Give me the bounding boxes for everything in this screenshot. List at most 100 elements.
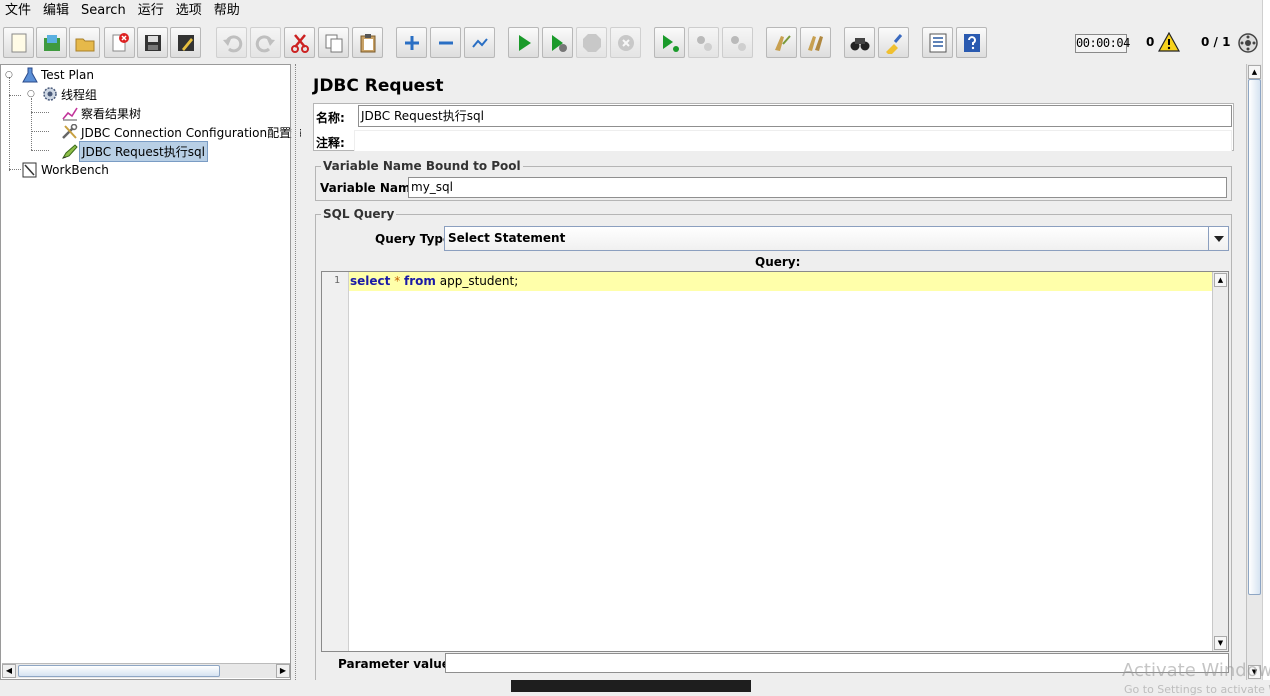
group-title: Variable Name Bound to Pool: [321, 159, 523, 173]
remote-start-button[interactable]: [654, 27, 685, 58]
query-type-value: Select Statement: [448, 231, 566, 245]
scroll-up-arrow-icon[interactable]: ▲: [1214, 273, 1227, 287]
scroll-left-arrow-icon[interactable]: ◀: [2, 664, 16, 678]
variable-name-input[interactable]: my_sql: [408, 177, 1227, 198]
tree-item-test-plan[interactable]: Test Plan: [21, 66, 96, 84]
name-comment-box: 名称: JDBC Request执行sql 注释:: [313, 103, 1234, 152]
editor-vertical-scrollbar[interactable]: ▲ ▼: [1212, 272, 1228, 651]
undo-icon: [222, 34, 242, 52]
remote-start-icon: [662, 34, 679, 52]
menu-file[interactable]: 文件: [0, 0, 37, 22]
code-keyword: from: [404, 274, 436, 288]
tree-item-workbench[interactable]: WorkBench: [21, 161, 111, 179]
tree-toggle-thread-group[interactable]: ○: [27, 89, 35, 99]
reset-search-button[interactable]: [878, 27, 909, 58]
stop-button[interactable]: [576, 27, 607, 58]
toggle-button[interactable]: [464, 27, 495, 58]
scroll-up-arrow-icon[interactable]: ▲: [1248, 65, 1261, 79]
tree-toggle-test-plan[interactable]: ○: [5, 70, 13, 80]
comment-input[interactable]: [354, 130, 1232, 152]
jdbc-request-panel: JDBC Request 名称: JDBC Request执行sql 注释: V…: [301, 64, 1245, 684]
comment-label: 注释:: [316, 136, 345, 150]
tree-label: JDBC Request执行sql: [79, 140, 208, 162]
save-as-icon: [177, 34, 194, 51]
expand-icon: [404, 35, 419, 50]
help-icon: [963, 33, 980, 52]
remote-shutdown-button[interactable]: [722, 27, 753, 58]
split-pane-divider[interactable]: [292, 64, 300, 680]
paste-button[interactable]: [352, 27, 383, 58]
clear-button[interactable]: [766, 27, 797, 58]
workbench-icon: [22, 162, 37, 178]
name-input[interactable]: JDBC Request执行sql: [358, 105, 1232, 127]
scroll-thumb[interactable]: [18, 665, 220, 677]
test-plan-tree[interactable]: ○ Test Plan ○ 线程组 察看结果树 JDBC Connection …: [0, 64, 303, 680]
toolbar: 00:00:04 0 0 / 1: [0, 25, 1262, 63]
cut-button[interactable]: [284, 27, 315, 58]
redo-button[interactable]: [250, 27, 281, 58]
warning-count: 0: [1146, 35, 1155, 49]
clear-all-icon: [807, 35, 823, 51]
remote-stop-button[interactable]: [688, 27, 719, 58]
sql-query-editor[interactable]: 1 select * from app_student; ▲ ▼: [321, 271, 1229, 652]
templates-button[interactable]: [36, 27, 67, 58]
new-button[interactable]: [3, 27, 34, 58]
remote-engine-icon[interactable]: [1237, 32, 1259, 54]
start-icon: [518, 34, 531, 51]
menu-run[interactable]: 运行: [132, 0, 170, 22]
collapse-button[interactable]: [430, 27, 461, 58]
flask-icon: [22, 67, 38, 83]
tree-item-jdbc-connection-config[interactable]: JDBC Connection Configuration配置数: [61, 123, 305, 141]
search-button[interactable]: [844, 27, 875, 58]
parameter-values-label: Parameter values:: [338, 657, 462, 671]
tree-label: WorkBench: [41, 163, 109, 177]
start-no-pause-button[interactable]: [542, 27, 573, 58]
help-button[interactable]: [956, 27, 987, 58]
jmeter-window: 文件 编辑 Search 运行 选项 帮助 00:00:04 0 0 / 1 ○…: [0, 0, 1270, 696]
wrench-icon: [62, 124, 78, 139]
shutdown-button[interactable]: [610, 27, 641, 58]
line-number: 1: [333, 275, 340, 286]
function-helper-button[interactable]: [922, 27, 953, 58]
clear-all-button[interactable]: [800, 27, 831, 58]
sql-code-line[interactable]: select * from app_student;: [350, 274, 518, 288]
scroll-right-arrow-icon[interactable]: ▶: [276, 664, 290, 678]
scroll-thumb[interactable]: [1248, 79, 1261, 595]
code-operator: *: [394, 274, 401, 288]
page-title: JDBC Request: [313, 76, 444, 96]
open-button[interactable]: [69, 27, 100, 58]
remote-shutdown-icon: [730, 35, 746, 51]
menu-search[interactable]: Search: [75, 0, 132, 22]
scroll-down-arrow-icon[interactable]: ▼: [1214, 636, 1227, 650]
chevron-down-icon[interactable]: [1208, 227, 1228, 250]
copy-icon: [325, 34, 342, 52]
menu-bar: 文件 编辑 Search 运行 选项 帮助: [0, 0, 1262, 22]
parameter-values-input[interactable]: [445, 653, 1229, 673]
close-icon: [112, 32, 129, 51]
expand-button[interactable]: [396, 27, 427, 58]
close-button[interactable]: [104, 27, 135, 58]
tree-item-view-results-tree[interactable]: 察看结果树: [61, 104, 143, 122]
paste-icon: [360, 33, 375, 52]
menu-options[interactable]: 选项: [170, 0, 208, 22]
start-button[interactable]: [508, 27, 539, 58]
warning-icon[interactable]: [1158, 32, 1180, 52]
panel-vertical-scrollbar[interactable]: ▲ ▼: [1246, 64, 1262, 680]
function-helper-icon: [929, 33, 946, 52]
save-icon: [144, 34, 161, 51]
menu-help[interactable]: 帮助: [208, 0, 246, 22]
menu-edit[interactable]: 编辑: [37, 0, 75, 22]
tree-item-jdbc-request[interactable]: JDBC Request执行sql: [61, 140, 208, 162]
code-keyword: select: [350, 274, 391, 288]
tree-horizontal-scrollbar[interactable]: ◀ ▶: [2, 663, 290, 678]
save-button[interactable]: [137, 27, 168, 58]
tree-item-thread-group[interactable]: 线程组: [41, 85, 99, 103]
code-text: app_student;: [439, 274, 519, 288]
copy-button[interactable]: [318, 27, 349, 58]
save-as-button[interactable]: [170, 27, 201, 58]
variable-pool-group: Variable Name Bound to Pool Variable Nam…: [315, 159, 1232, 201]
query-type-select[interactable]: Select Statement: [444, 226, 1229, 251]
search-icon: [850, 37, 869, 50]
line-number-gutter: 1: [322, 272, 349, 651]
undo-button[interactable]: [216, 27, 247, 58]
